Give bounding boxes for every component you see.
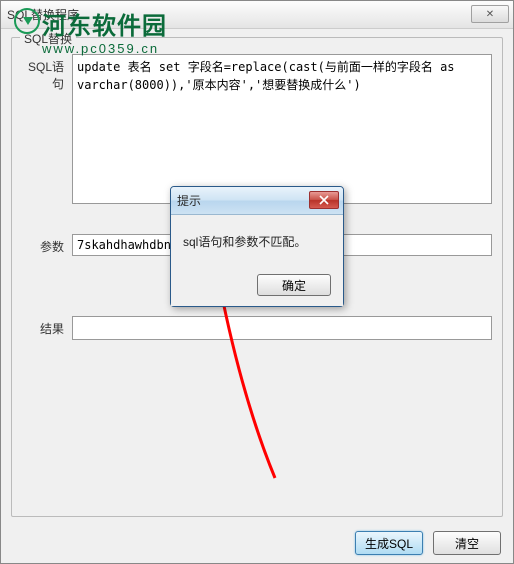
result-output xyxy=(72,316,492,340)
result-label: 结果 xyxy=(22,316,72,337)
dialog-titlebar: 提示 xyxy=(171,187,343,215)
window-close-button[interactable]: ✕ xyxy=(471,5,509,23)
window-title: SQL替换程序 xyxy=(7,6,79,23)
sql-row: SQL语句 xyxy=(22,54,492,204)
close-icon: ✕ xyxy=(486,9,494,20)
dialog-message: sql语句和参数不匹配。 xyxy=(183,233,331,250)
bottom-button-bar: 生成SQL 清空 xyxy=(355,531,501,555)
close-icon xyxy=(319,195,329,205)
dialog-close-button[interactable] xyxy=(309,191,339,209)
dialog-body: sql语句和参数不匹配。 确定 xyxy=(171,215,343,306)
titlebar: SQL替换程序 ✕ xyxy=(1,1,513,29)
generate-sql-button[interactable]: 生成SQL xyxy=(355,531,423,555)
message-dialog: 提示 sql语句和参数不匹配。 确定 xyxy=(170,186,344,307)
groupbox-label: SQL替换 xyxy=(20,30,76,47)
params-label: 参数 xyxy=(22,234,72,255)
dialog-button-bar: 确定 xyxy=(183,274,331,296)
sql-input[interactable] xyxy=(72,54,492,204)
result-row: 结果 xyxy=(22,316,492,340)
dialog-title: 提示 xyxy=(177,192,201,209)
clear-button[interactable]: 清空 xyxy=(433,531,501,555)
dialog-ok-button[interactable]: 确定 xyxy=(257,274,331,296)
sql-label: SQL语句 xyxy=(22,54,72,92)
